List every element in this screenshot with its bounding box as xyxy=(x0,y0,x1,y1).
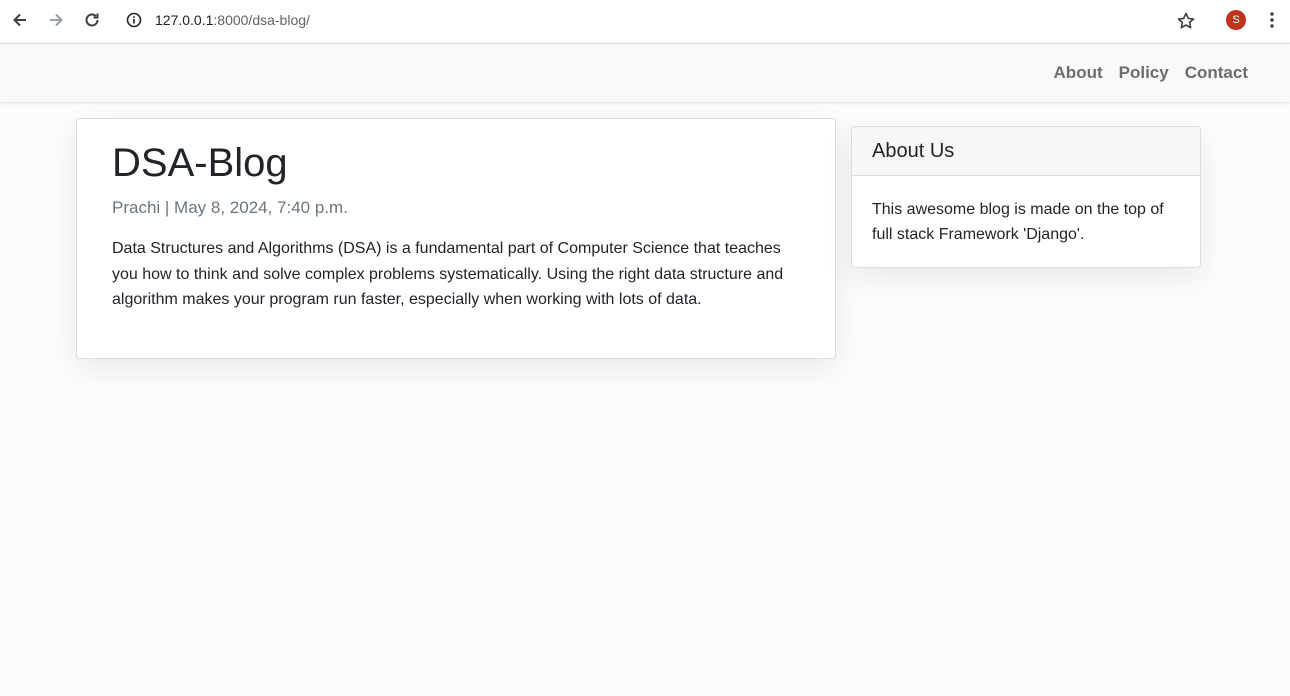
about-card-title: About Us xyxy=(872,140,955,162)
url-path: :8000/dsa-blog/ xyxy=(213,12,310,28)
back-button[interactable] xyxy=(8,8,32,32)
arrow-right-icon xyxy=(50,13,63,27)
site-navbar: About Policy Contact xyxy=(0,43,1290,102)
arrow-left-icon xyxy=(13,13,26,27)
reload-icon xyxy=(85,13,99,27)
url-host: 127.0.0.1 xyxy=(155,12,214,28)
reload-button[interactable] xyxy=(80,8,104,32)
post-meta: Prachi | May 8, 2024, 7:40 p.m. xyxy=(112,198,348,217)
profile-avatar[interactable]: S xyxy=(1226,10,1246,30)
forward-button[interactable] xyxy=(44,8,68,32)
address-bar[interactable]: 127.0.0.1:8000/dsa-blog/ xyxy=(116,3,1210,37)
post-title: DSA-Blog xyxy=(112,141,288,185)
nav-link-policy[interactable]: Policy xyxy=(1111,62,1177,84)
nav-link-about[interactable]: About xyxy=(1046,62,1111,84)
nav-links: About Policy Contact xyxy=(1046,62,1256,84)
info-icon[interactable] xyxy=(126,12,142,28)
post-body: Data Structures and Algorithms (DSA) is … xyxy=(112,240,784,309)
about-card-header: About Us xyxy=(852,127,1200,176)
browser-toolbar: 127.0.0.1:8000/dsa-blog/ S xyxy=(0,0,1290,40)
about-us-card: About Us This awesome blog is made on th… xyxy=(851,126,1201,268)
about-card-text: This awesome blog is made on the top of … xyxy=(872,201,1164,243)
post-card: DSA-Blog Prachi | May 8, 2024, 7:40 p.m.… xyxy=(76,118,836,359)
nav-link-contact[interactable]: Contact xyxy=(1177,62,1256,84)
more-vert-icon[interactable] xyxy=(1262,10,1282,30)
star-icon[interactable] xyxy=(1176,11,1196,31)
url-text[interactable]: 127.0.0.1:8000/dsa-blog/ xyxy=(155,11,310,29)
